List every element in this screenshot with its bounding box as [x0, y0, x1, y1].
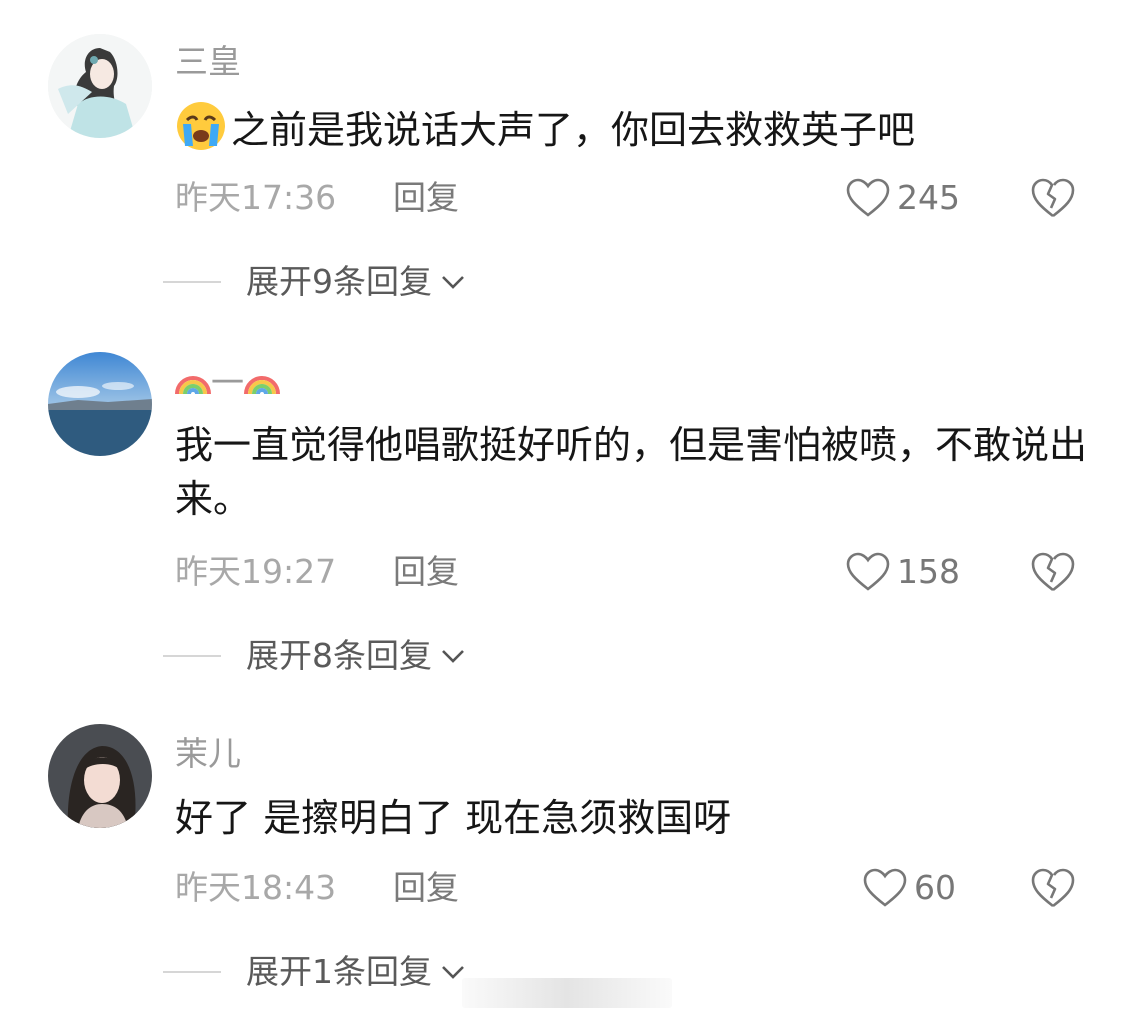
watermark	[462, 978, 672, 1008]
dislike-button[interactable]	[1030, 550, 1076, 594]
expand-replies-button[interactable]: 展开9条回复	[163, 260, 466, 304]
chevron-down-icon	[442, 650, 464, 663]
username[interactable]: 一	[175, 362, 280, 403]
avatar[interactable]	[48, 724, 152, 828]
reply-button[interactable]: 回复	[393, 178, 459, 218]
heart-icon	[846, 178, 890, 217]
divider	[163, 971, 221, 973]
username-text: 一	[211, 363, 244, 402]
chevron-down-icon	[442, 276, 464, 289]
comment-time: 昨天17:36	[175, 178, 337, 217]
broken-heart-icon	[1031, 178, 1075, 218]
divider	[163, 281, 221, 283]
rainbow-emoji	[244, 362, 280, 398]
avatar-image	[48, 724, 152, 828]
dislike-button[interactable]	[1030, 176, 1076, 220]
comment-time: 昨天18:43	[175, 868, 337, 907]
avatar[interactable]	[48, 34, 152, 138]
comment-text-content: 之前是我说话大声了，你回去救救英子吧	[231, 108, 916, 152]
like-count: 60	[914, 868, 956, 907]
broken-heart-icon	[1031, 868, 1075, 908]
expand-replies-button[interactable]: 展开1条回复	[163, 950, 466, 994]
expand-replies-label: 展开1条回复	[246, 952, 432, 991]
expand-replies-button[interactable]: 展开8条回复	[163, 634, 466, 678]
like-count: 158	[897, 552, 960, 591]
like-button[interactable]: 158	[845, 548, 960, 596]
comment-text: 之前是我说话大声了，你回去救救英子吧	[175, 100, 1090, 157]
expand-replies-label: 展开9条回复	[246, 262, 432, 301]
heart-icon	[846, 552, 890, 591]
loudly-crying-face-emoji	[175, 100, 227, 152]
dislike-button[interactable]	[1030, 866, 1076, 910]
comment-text: 好了 是擦明白了 现在急须救国呀	[175, 796, 732, 840]
rainbow-emoji	[175, 362, 211, 398]
avatar[interactable]	[48, 352, 152, 456]
broken-heart-icon	[1031, 552, 1075, 592]
divider	[163, 655, 221, 657]
like-button[interactable]: 245	[845, 174, 960, 222]
avatar-image	[48, 352, 152, 456]
username[interactable]: 茉儿	[175, 734, 241, 774]
avatar-image	[48, 34, 152, 138]
comment-text: 我一直觉得他唱歌挺好听的，但是害怕被喷，不敢说出来。	[175, 423, 1088, 521]
heart-icon	[863, 868, 907, 907]
comment-time: 昨天19:27	[175, 552, 337, 591]
like-button[interactable]: 60	[862, 864, 956, 912]
reply-button[interactable]: 回复	[393, 868, 459, 908]
reply-button[interactable]: 回复	[393, 552, 459, 592]
expand-replies-label: 展开8条回复	[246, 636, 432, 675]
username[interactable]: 三皇	[175, 42, 241, 82]
like-count: 245	[897, 178, 960, 217]
